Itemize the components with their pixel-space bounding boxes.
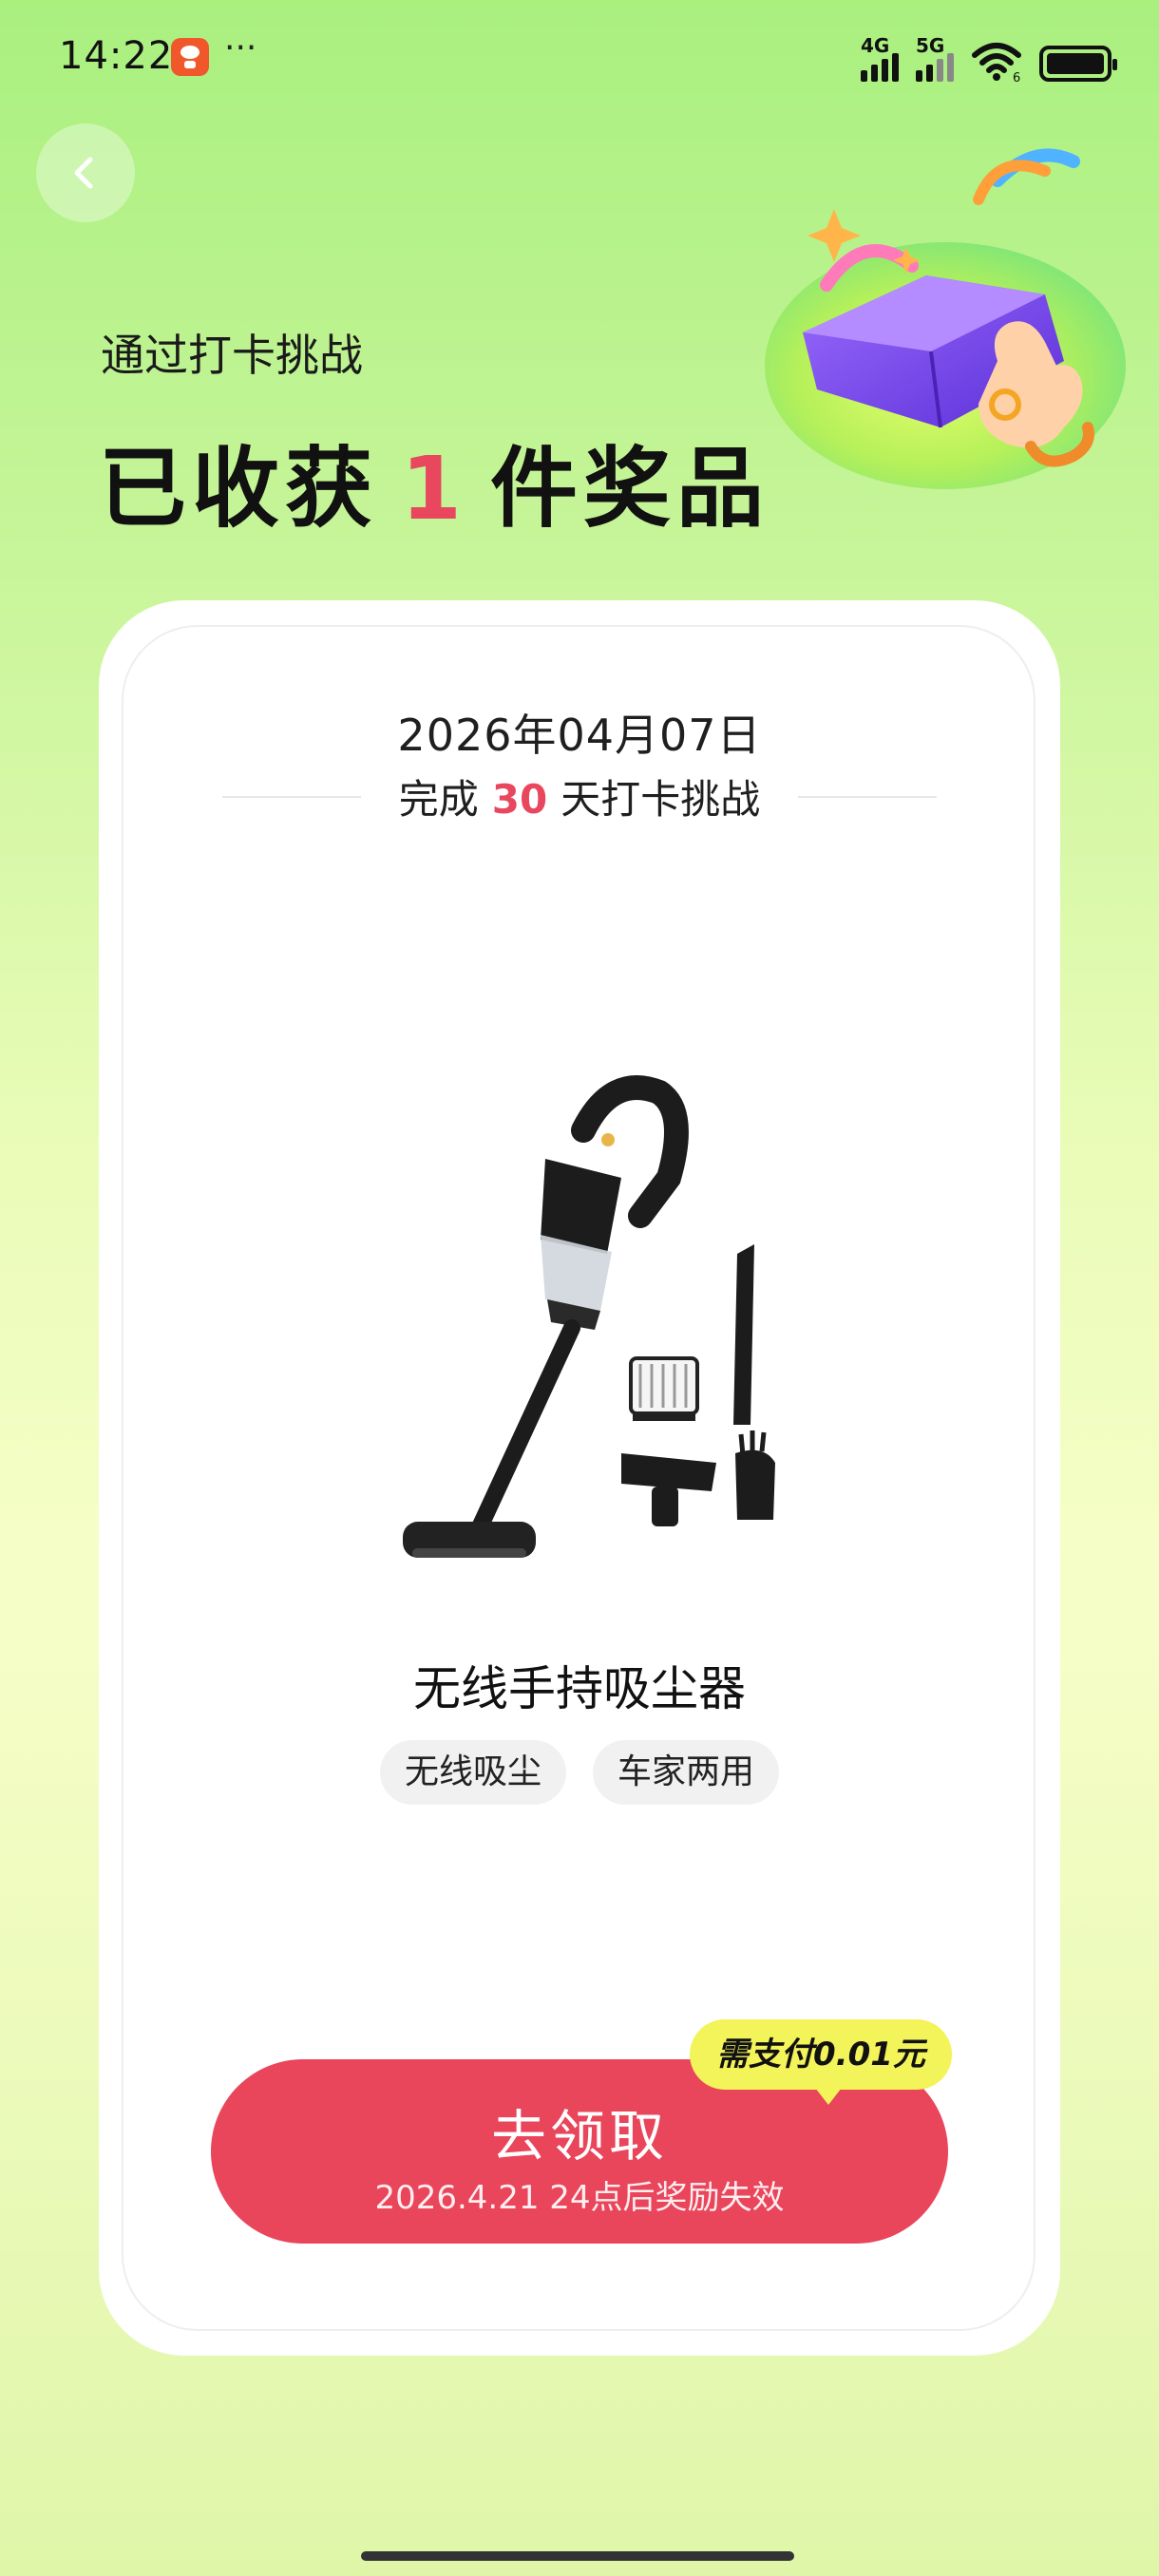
prize-count: 1 <box>401 438 468 540</box>
heading-title-prefix: 已收获 <box>99 438 379 540</box>
challenge-suffix: 天打卡挑战 <box>560 776 761 823</box>
challenge-days: 30 <box>491 776 548 823</box>
status-bar: 14:22 ··· 4G 5G 6 <box>0 0 1159 114</box>
product-tag: 无线吸尘 <box>379 1740 566 1805</box>
payment-badge: 需支付0.01元 <box>690 2019 952 2105</box>
svg-text:6: 6 <box>1013 71 1020 82</box>
more-notifications-icon: ··· <box>224 28 257 67</box>
challenge-prefix: 完成 <box>398 776 479 823</box>
heading-subtitle: 通过打卡挑战 <box>101 330 363 381</box>
status-indicators: 4G 5G 6 <box>861 34 1117 85</box>
wifi-icon: 6 <box>971 42 1022 85</box>
product-name: 无线手持吸尘器 <box>413 1661 746 1716</box>
heading-title-suffix: 件奖品 <box>490 438 770 540</box>
claim-expiry-text: 2026.4.21 24点后奖励失效 <box>374 2179 785 2217</box>
completion-date: 2026年04月07日 <box>397 710 762 761</box>
heading-title: 已收获 1 件奖品 <box>99 418 770 544</box>
divider-right <box>798 795 938 798</box>
back-button[interactable] <box>36 123 135 222</box>
app-notification-icon <box>171 38 209 76</box>
divider-left <box>221 795 361 798</box>
home-indicator[interactable] <box>361 2551 794 2561</box>
back-chevron-icon <box>74 157 93 189</box>
status-time: 14:22 <box>59 34 174 78</box>
product-tag: 车家两用 <box>593 1740 780 1805</box>
challenge-summary: 完成 30 天打卡挑战 <box>0 767 1159 825</box>
signal-5g-icon: 5G <box>916 34 954 82</box>
gift-box-icon <box>765 148 1126 489</box>
product-tags: 无线吸尘 车家两用 <box>0 1740 1159 1805</box>
battery-icon <box>1039 46 1117 82</box>
product-image <box>403 1075 775 1558</box>
signal-4g-icon: 4G <box>861 34 899 82</box>
